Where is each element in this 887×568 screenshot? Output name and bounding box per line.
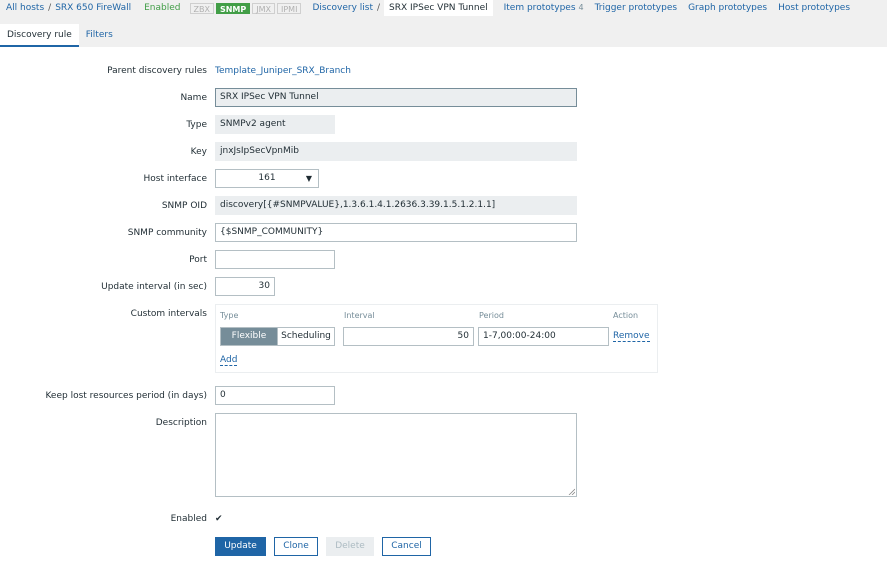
scheduling-option[interactable]: Scheduling: [277, 328, 334, 345]
description-label: Description: [155, 418, 207, 428]
host-interface-label: Host interface: [143, 174, 208, 184]
interval-type-toggle: Flexible Scheduling: [220, 327, 335, 346]
host-interface-value: 161: [258, 173, 276, 183]
graph-prototypes-link[interactable]: Graph prototypes: [688, 3, 767, 13]
interval-input[interactable]: 50: [343, 327, 474, 346]
port-label: Port: [189, 255, 207, 265]
tab-discovery-rule[interactable]: Discovery rule: [0, 24, 79, 47]
host-prototypes-link[interactable]: Host prototypes: [778, 3, 850, 13]
breadcrumb-separator: /: [376, 3, 381, 13]
update-interval-input[interactable]: 30: [215, 277, 275, 296]
resize-grip-icon[interactable]: [568, 488, 575, 495]
name-input[interactable]: SRX IPSec VPN Tunnel: [215, 88, 577, 107]
item-prototypes-link[interactable]: Item prototypes 4: [504, 3, 584, 13]
col-type-header: Type: [220, 311, 239, 320]
breadcrumb-current: SRX IPSec VPN Tunnel: [384, 0, 493, 16]
type-label: Type: [186, 120, 207, 130]
enabled-checkbox[interactable]: ✔: [215, 514, 223, 524]
snmp-badge: SNMP: [215, 2, 251, 14]
form-panel: Parent discovery rules Template_Juniper_…: [0, 47, 887, 568]
zbx-badge: ZBX: [189, 2, 214, 14]
type-field: SNMPv2 agent: [215, 115, 335, 134]
update-interval-label: Update interval (in sec): [101, 282, 207, 292]
host-interface-select[interactable]: 161 ▼: [215, 169, 319, 188]
tab-filters[interactable]: Filters: [79, 24, 120, 47]
snmp-community-label: SNMP community: [127, 228, 207, 238]
breadcrumb-separator: /: [48, 3, 52, 13]
chevron-down-icon: ▼: [305, 174, 312, 183]
snmp-oid-label: SNMP OID: [161, 201, 207, 211]
parent-rules-link[interactable]: Template_Juniper_SRX_Branch: [215, 66, 351, 76]
key-field: jnxJsIpSecVpnMib: [215, 142, 577, 161]
update-button[interactable]: Update: [215, 537, 266, 556]
col-interval-header: Interval: [344, 311, 375, 320]
keep-lost-label: Keep lost resources period (in days): [45, 391, 207, 401]
item-prototypes-label: Item prototypes: [503, 3, 576, 13]
col-action-header: Action: [613, 311, 639, 320]
breadcrumb-all-hosts[interactable]: All hosts: [6, 3, 44, 13]
remove-interval-button[interactable]: Remove: [613, 331, 650, 342]
breadcrumb-discovery-list[interactable]: Discovery list: [312, 3, 373, 13]
item-prototypes-count: 4: [578, 3, 584, 12]
clone-button[interactable]: Clone: [274, 537, 318, 556]
parent-rules-label: Parent discovery rules: [107, 66, 207, 76]
period-input[interactable]: 1-7,00:00-24:00: [478, 327, 609, 346]
port-input[interactable]: [215, 250, 335, 269]
snmp-community-input[interactable]: {$SNMP_COMMUNITY}: [215, 223, 577, 242]
description-textarea[interactable]: [215, 413, 577, 497]
breadcrumb: All hosts / SRX 650 FireWall Enabled ZBX…: [0, 0, 887, 16]
enabled-label: Enabled: [170, 514, 207, 524]
keep-lost-input[interactable]: 0: [215, 386, 335, 405]
custom-intervals-label: Custom intervals: [130, 309, 207, 319]
snmp-oid-field: discovery[{#SNMPVALUE},1.3.6.1.4.1.2636.…: [215, 196, 577, 215]
add-interval-button[interactable]: Add: [220, 355, 238, 366]
name-label: Name: [180, 93, 207, 103]
ipmi-badge: IPMI: [276, 2, 302, 14]
host-status-enabled[interactable]: Enabled: [144, 3, 180, 13]
delete-button[interactable]: Delete: [326, 537, 374, 556]
custom-intervals-table: Type Interval Period Action Flexible Sch…: [215, 304, 658, 373]
trigger-prototypes-link[interactable]: Trigger prototypes: [595, 3, 677, 13]
col-period-header: Period: [479, 311, 504, 320]
flexible-option[interactable]: Flexible: [221, 328, 277, 345]
cancel-button[interactable]: Cancel: [382, 537, 431, 556]
breadcrumb-host[interactable]: SRX 650 FireWall: [55, 3, 131, 13]
jmx-badge: JMX: [252, 2, 275, 14]
key-label: Key: [190, 147, 207, 157]
form-tabs: Discovery rule Filters: [0, 24, 120, 47]
